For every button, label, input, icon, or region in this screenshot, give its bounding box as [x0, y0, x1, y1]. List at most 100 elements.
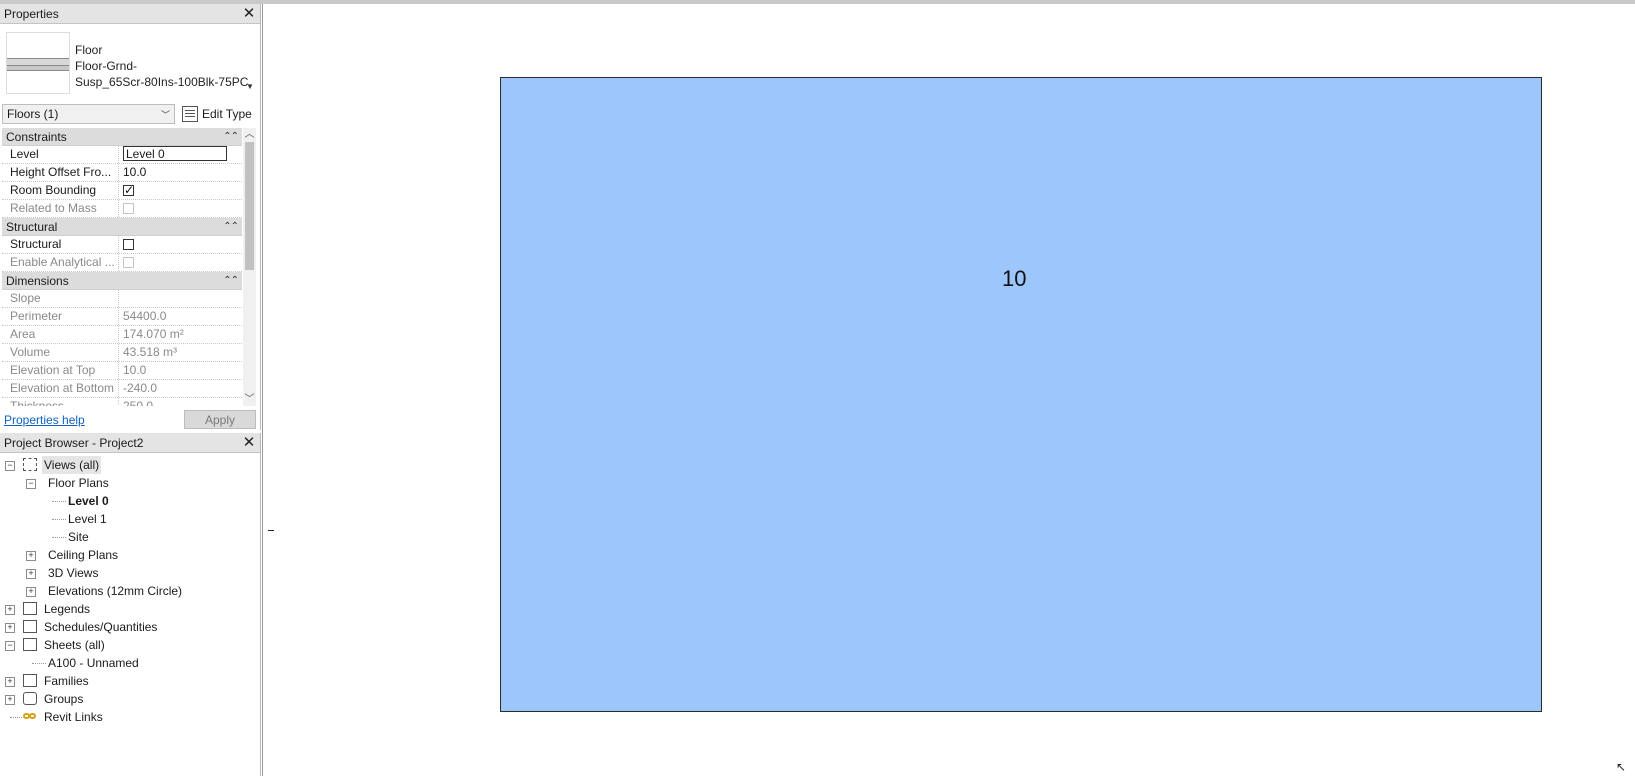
prop-name: Slope — [2, 290, 119, 307]
enable-analytical-checkbox — [123, 257, 134, 268]
expand-icon[interactable]: + — [5, 677, 15, 687]
prop-row-structural: Structural — [2, 236, 242, 254]
tree-node-views-all[interactable]: − Views (all) — [0, 456, 260, 474]
sheet-icon — [23, 638, 37, 651]
cursor-icon: ↖ — [1616, 760, 1627, 774]
elevation-bottom-value: -240.0 — [123, 381, 158, 395]
level-field[interactable]: Level 0 — [123, 146, 227, 161]
instance-filter-dropdown[interactable]: Floors (1) ﹀ — [2, 104, 175, 124]
collapse-group-icon[interactable]: ⌃⌃ — [223, 275, 239, 286]
properties-palette: Properties ✕ Floor Floor-Grnd- Susp_65Sc… — [0, 4, 261, 430]
tree-node-level-0[interactable]: Level 0 — [0, 492, 260, 510]
expand-icon[interactable]: + — [26, 569, 36, 579]
floor-element[interactable] — [500, 77, 1542, 712]
group-header-constraints[interactable]: Constraints ⌃⌃ — [2, 128, 242, 146]
thickness-value: 250.0 — [123, 399, 154, 406]
prop-name: Height Offset Fro... — [2, 164, 119, 181]
group-title: Constraints — [6, 129, 67, 144]
tree-node-groups[interactable]: + Groups — [0, 690, 260, 708]
tree-label: Elevations (12mm Circle) — [48, 584, 183, 598]
type-selector[interactable]: Floor Floor-Grnd- Susp_65Scr-80Ins-100Bl… — [4, 28, 256, 98]
tree-node-legends[interactable]: + Legends — [0, 600, 260, 618]
expand-icon[interactable]: + — [26, 551, 36, 561]
project-browser-header: Project Browser - Project2 ✕ — [0, 433, 260, 453]
tree-connector — [32, 663, 46, 664]
tree-node-revit-links[interactable]: Revit Links — [0, 708, 260, 726]
project-browser: Project Browser - Project2 ✕ − Views (al… — [0, 433, 261, 776]
collapse-group-icon[interactable]: ⌃⌃ — [223, 131, 239, 142]
prop-row-slope: Slope — [2, 290, 242, 308]
expand-icon[interactable]: + — [26, 587, 36, 597]
tree-label: Views (all) — [42, 456, 102, 474]
slope-value — [119, 290, 242, 307]
prop-row-volume: Volume 43.518 m³ — [2, 344, 242, 362]
type-dropdown-arrow-icon[interactable]: ▼ — [246, 82, 254, 91]
schedule-icon — [23, 620, 37, 633]
edit-type-label: Edit Type — [202, 107, 252, 121]
expand-icon[interactable]: + — [5, 695, 15, 705]
tree-label: Families — [44, 674, 89, 688]
project-tree: − Views (all) − Floor Plans Level 0 Leve… — [0, 453, 260, 726]
tree-label: Revit Links — [44, 710, 103, 724]
tree-label: Level 1 — [68, 512, 107, 526]
prop-row-area: Area 174.070 m² — [2, 326, 242, 344]
tree-label: Site — [68, 530, 89, 544]
collapse-group-icon[interactable]: ⌃⌃ — [223, 221, 239, 232]
prop-name: Elevation at Bottom — [2, 380, 119, 397]
prop-name: Structural — [2, 236, 119, 253]
project-browser-close-icon[interactable]: ✕ — [242, 435, 256, 450]
properties-scrollbar[interactable]: ︿ ﹀ — [243, 128, 256, 406]
tree-node-level-1[interactable]: Level 1 — [0, 510, 260, 528]
scroll-thumb[interactable] — [245, 142, 254, 270]
tree-connector — [52, 519, 66, 520]
collapse-icon[interactable]: − — [5, 461, 15, 471]
scroll-down-icon[interactable]: ﹀ — [243, 393, 256, 406]
edit-type-icon — [182, 106, 198, 122]
properties-header: Properties ✕ — [0, 4, 260, 24]
tree-node-site[interactable]: Site — [0, 528, 260, 546]
expand-icon[interactable]: + — [5, 605, 15, 615]
related-to-mass-checkbox — [123, 203, 134, 214]
apply-button[interactable]: Apply — [184, 410, 256, 429]
tree-node-ceiling-plans[interactable]: + Ceiling Plans — [0, 546, 260, 564]
type-name-line2: Susp_65Scr-80Ins-100Blk-75PC — [75, 75, 249, 89]
prop-row-perimeter: Perimeter 54400.0 — [2, 308, 242, 326]
floor-offset-tag[interactable]: 10 — [1002, 266, 1026, 292]
revit-links-icon — [23, 712, 38, 721]
legend-icon — [23, 602, 37, 615]
tree-node-sheets-all[interactable]: − Sheets (all) — [0, 636, 260, 654]
tree-label: Groups — [44, 692, 84, 706]
elevation-top-value: 10.0 — [123, 363, 147, 377]
scroll-up-icon[interactable]: ︿ — [243, 128, 256, 141]
structural-checkbox[interactable] — [123, 239, 134, 250]
tree-node-families[interactable]: + Families — [0, 672, 260, 690]
tree-node-3d-views[interactable]: + 3D Views — [0, 564, 260, 582]
group-header-dimensions[interactable]: Dimensions ⌃⌃ — [2, 272, 242, 290]
type-family-name: Floor — [75, 43, 103, 57]
expand-icon[interactable]: + — [5, 623, 15, 633]
properties-close-icon[interactable]: ✕ — [242, 6, 256, 21]
edit-type-button[interactable]: Edit Type — [182, 104, 252, 124]
collapse-icon[interactable]: − — [5, 641, 15, 651]
tree-node-elevations[interactable]: + Elevations (12mm Circle) — [0, 582, 260, 600]
families-icon — [23, 674, 37, 687]
properties-help-link[interactable]: Properties help — [4, 413, 85, 427]
tree-label: Legends — [44, 602, 91, 616]
height-offset-field[interactable]: 10.0 — [119, 164, 242, 181]
prop-row-related-to-mass: Related to Mass — [2, 200, 242, 218]
type-selector-text: Floor Floor-Grnd- Susp_65Scr-80Ins-100Bl… — [75, 42, 248, 90]
prop-name: Volume — [2, 344, 119, 361]
tree-node-floor-plans[interactable]: − Floor Plans — [0, 474, 260, 492]
prop-row-room-bounding: Room Bounding — [2, 182, 242, 200]
collapse-icon[interactable]: − — [26, 479, 36, 489]
properties-footer: Properties help Apply — [0, 410, 258, 430]
tree-connector — [10, 717, 22, 718]
type-name-line1: Floor-Grnd- — [75, 59, 138, 73]
room-bounding-checkbox[interactable] — [123, 182, 134, 199]
prop-name: Thickness — [2, 398, 119, 406]
tree-node-sheet-a100[interactable]: A100 - Unnamed — [0, 654, 260, 672]
group-header-structural[interactable]: Structural ⌃⌃ — [2, 218, 242, 236]
groups-icon — [23, 692, 37, 705]
area-value: 174.070 m² — [123, 327, 184, 341]
tree-node-schedules[interactable]: + Schedules/Quantities — [0, 618, 260, 636]
